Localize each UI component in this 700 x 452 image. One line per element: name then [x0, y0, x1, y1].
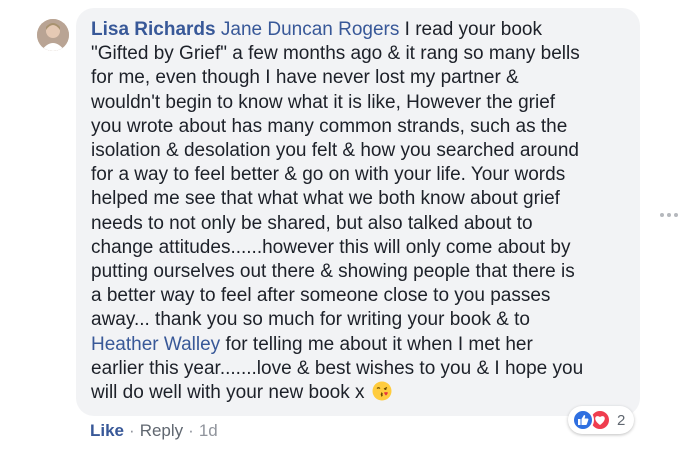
kissing-face-emoji-icon	[372, 381, 392, 401]
comment-text: I read your book	[399, 19, 542, 40]
timestamp[interactable]: 1d	[199, 421, 218, 441]
comment-body: Lisa Richards Jane Duncan Rogers I read …	[91, 18, 631, 405]
comment-line: wouldn't begin to know what it is like, …	[91, 91, 556, 113]
comment-line: a better way to feel after someone close…	[91, 285, 551, 307]
comment-line: isolation & desolation you felt & how yo…	[91, 140, 579, 162]
mention-link[interactable]: Jane Duncan Rogers	[221, 19, 400, 40]
separator: ·	[129, 421, 135, 440]
comment-line: earlier this year.......love & best wish…	[91, 357, 584, 379]
reply-button[interactable]: Reply	[140, 421, 183, 441]
like-reaction-icon	[572, 409, 594, 431]
comment-text: will do well with your new book x	[91, 382, 365, 404]
comment-line: Lisa Richards Jane Duncan Rogers I read …	[91, 18, 631, 42]
comment-bubble: Lisa Richards Jane Duncan Rogers I read …	[76, 8, 640, 416]
comment-line: needs to not only be shared, but also ta…	[91, 212, 533, 234]
comment-author-link[interactable]: Lisa Richards	[91, 19, 216, 40]
comment-line: for me, even though I have never lost my…	[91, 67, 519, 89]
comment-line: will do well with your new book x	[91, 381, 631, 405]
like-button[interactable]: Like	[90, 421, 124, 441]
dot	[667, 213, 671, 217]
comment-line: change attitudes......however this will …	[91, 236, 571, 258]
dot	[674, 213, 678, 217]
reaction-count: 2	[617, 411, 626, 429]
comment-text: for telling me about it when I met her	[220, 333, 533, 355]
separator: ·	[188, 421, 194, 440]
avatar[interactable]	[37, 19, 69, 51]
avatar-photo	[37, 19, 69, 51]
comment-line: helped me see that what what we both kno…	[91, 188, 560, 210]
comment-line: for a way to feel better & go on with yo…	[91, 164, 566, 186]
reactions-summary[interactable]: 2	[568, 406, 635, 434]
comment-line: you wrote about has many common strands,…	[91, 115, 568, 137]
comment-line: putting ourselves out there & showing pe…	[91, 261, 575, 283]
comment-actions: Like · Reply · 1d	[90, 421, 218, 441]
mention-link[interactable]: Heather Walley	[91, 334, 220, 355]
comment-line: Heather Walley for telling me about it w…	[91, 333, 631, 357]
comment-line: away... thank you so much for writing yo…	[91, 309, 530, 331]
more-options-icon[interactable]	[658, 210, 680, 220]
dot	[660, 213, 664, 217]
comment-line: "Gifted by Grief" a few months ago & it …	[91, 43, 580, 65]
